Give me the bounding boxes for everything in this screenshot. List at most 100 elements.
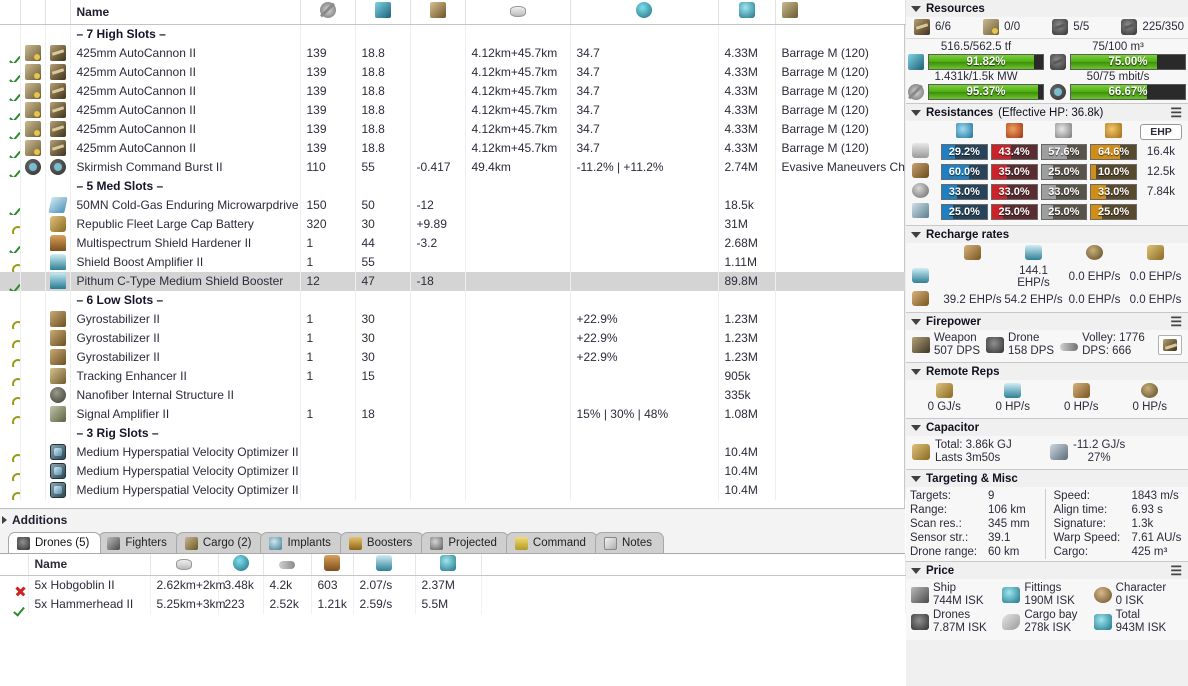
module-row[interactable]: 425mm AutoCannon II 139 18.8 4.12km+45.7km 3… [0,100,906,120]
module-name[interactable]: Signal Amplifier II [70,404,301,424]
module-row[interactable]: Pithum C-Type Medium Shield Booster 12 47-… [0,271,906,291]
module-state-cell[interactable] [0,328,21,348]
module-name[interactable]: Republic Fleet Large Cap Battery [70,214,301,234]
module-name[interactable]: Medium Hyperspatial Velocity Optimizer I… [70,442,301,462]
additions-tabbar[interactable]: Drones (5) Fighters Cargo (2) Implants Boost… [0,531,905,553]
module-icon-cell[interactable] [45,43,71,63]
collapse-arrow-icon[interactable] [911,368,921,375]
module-ammo-cell[interactable] [20,461,46,481]
module-ammo-cell[interactable] [20,195,46,215]
module-charge[interactable] [775,385,906,405]
module-row[interactable]: Tracking Enhancer II 1 15 905k [0,366,906,386]
menu-icon[interactable]: ☰ [1170,564,1182,577]
col-module-icon[interactable] [45,0,71,25]
module-state-cell[interactable] [0,347,21,367]
module-row[interactable]: Medium Hyperspatial Velocity Optimizer I… [0,480,906,500]
module-charge[interactable] [775,366,906,386]
module-row[interactable]: 425mm AutoCannon II 139 18.8 4.12km+45.7km 3… [0,138,906,158]
module-row[interactable]: 50MN Cold-Gas Enduring Microwarpdrive 150… [0,195,906,215]
module-icon-cell[interactable] [45,233,71,253]
module-name[interactable]: Tracking Enhancer II [70,366,301,386]
module-ammo-cell[interactable] [20,366,46,386]
module-icon-cell[interactable] [45,119,71,139]
module-row[interactable]: Multispectrum Shield Hardener II 1 44 -3.2 2… [0,233,906,253]
module-charge[interactable] [775,347,906,367]
module-icon-cell[interactable] [45,404,71,424]
collapse-arrow-icon[interactable] [911,318,921,325]
module-ammo-cell[interactable] [20,119,46,139]
module-state-cell[interactable] [0,366,21,386]
menu-icon[interactable]: ☰ [1170,315,1182,328]
module-icon-cell[interactable] [45,252,71,272]
module-name[interactable]: 50MN Cold-Gas Enduring Microwarpdrive [70,195,301,215]
module-icon-cell[interactable] [45,328,71,348]
firepower-header[interactable]: Firepower ☰ [906,313,1188,330]
module-row[interactable]: 425mm AutoCannon II 139 18.8 4.12km+45.7km 3… [0,119,906,139]
module-state-cell[interactable] [0,442,21,462]
module-charge[interactable]: Barrage M (120) [775,62,906,82]
module-name[interactable]: Medium Hyperspatial Velocity Optimizer I… [70,480,301,500]
module-ammo-cell[interactable] [20,100,46,120]
module-ammo-cell[interactable] [20,309,46,329]
resources-header[interactable]: Resources [906,0,1188,17]
module-state-cell[interactable] [0,157,21,177]
module-state-cell[interactable] [0,62,21,82]
ehp-header[interactable]: EHP [1140,124,1182,140]
module-state-cell[interactable] [0,214,21,234]
module-row[interactable]: 425mm AutoCannon II 139 18.8 4.12km+45.7km 3… [0,43,906,63]
collapse-arrow-icon[interactable] [911,475,921,482]
module-state-cell[interactable] [0,81,21,101]
module-name[interactable]: 425mm AutoCannon II [70,100,301,120]
module-charge[interactable]: Barrage M (120) [775,100,906,120]
col-price[interactable] [718,0,776,25]
module-icon-cell[interactable] [45,309,71,329]
drone-state-cell[interactable] [0,575,29,595]
module-ammo-cell[interactable] [20,480,46,500]
module-state-cell[interactable] [0,404,21,424]
module-icon-cell[interactable] [45,214,71,234]
module-ammo-cell[interactable] [20,385,46,405]
module-name[interactable]: Pithum C-Type Medium Shield Booster [70,271,301,291]
module-icon-cell[interactable] [45,347,71,367]
module-row[interactable]: Shield Boost Amplifier II 1 55 1.11M [0,252,906,272]
collapse-arrow-icon[interactable] [2,516,7,524]
module-state-cell[interactable] [0,119,21,139]
drone-row[interactable]: 5x Hobgoblin II 2.62km+2km 3.48k 4.2k 603 2.0… [0,575,906,595]
module-state-cell[interactable] [0,43,21,63]
recharge-header[interactable]: Recharge rates [906,226,1188,243]
module-icon-cell[interactable] [45,271,71,291]
menu-icon[interactable]: ☰ [1170,106,1182,119]
module-icon-cell[interactable] [45,461,71,481]
module-charge[interactable]: Evasive Maneuvers Charge (300) [775,157,906,177]
module-icon-cell[interactable] [45,442,71,462]
module-icon-cell[interactable] [45,81,71,101]
module-ammo-cell[interactable] [20,43,46,63]
capacitor-header[interactable]: Capacitor [906,419,1188,436]
module-charge[interactable] [775,214,906,234]
module-ammo-cell[interactable] [20,252,46,272]
module-charge[interactable] [775,233,906,253]
remote-reps-header[interactable]: Remote Reps [906,363,1188,380]
col-capacitor[interactable] [410,0,466,25]
module-state-cell[interactable] [0,138,21,158]
module-icon-cell[interactable] [45,157,71,177]
module-ammo-cell[interactable] [20,138,46,158]
module-ammo-cell[interactable] [20,347,46,367]
col-drone-price[interactable] [415,554,482,576]
module-name[interactable]: Shield Boost Amplifier II [70,252,301,272]
module-charge[interactable] [775,442,906,462]
module-state-cell[interactable] [0,233,21,253]
col-drone-hp[interactable] [311,554,354,576]
tab-boosters[interactable]: Boosters [339,532,425,553]
module-name[interactable]: 425mm AutoCannon II [70,119,301,139]
col-cpu[interactable] [355,0,411,25]
module-ammo-cell[interactable] [20,442,46,462]
module-name[interactable]: Nanofiber Internal Structure II [70,385,301,405]
col-state[interactable] [0,0,21,25]
module-row[interactable]: Republic Fleet Large Cap Battery 320 30 +9.… [0,214,906,234]
module-state-cell[interactable] [0,480,21,500]
module-ammo-cell[interactable] [20,404,46,424]
module-icon-cell[interactable] [45,195,71,215]
module-name[interactable]: 425mm AutoCannon II [70,81,301,101]
module-icon-cell[interactable] [45,385,71,405]
